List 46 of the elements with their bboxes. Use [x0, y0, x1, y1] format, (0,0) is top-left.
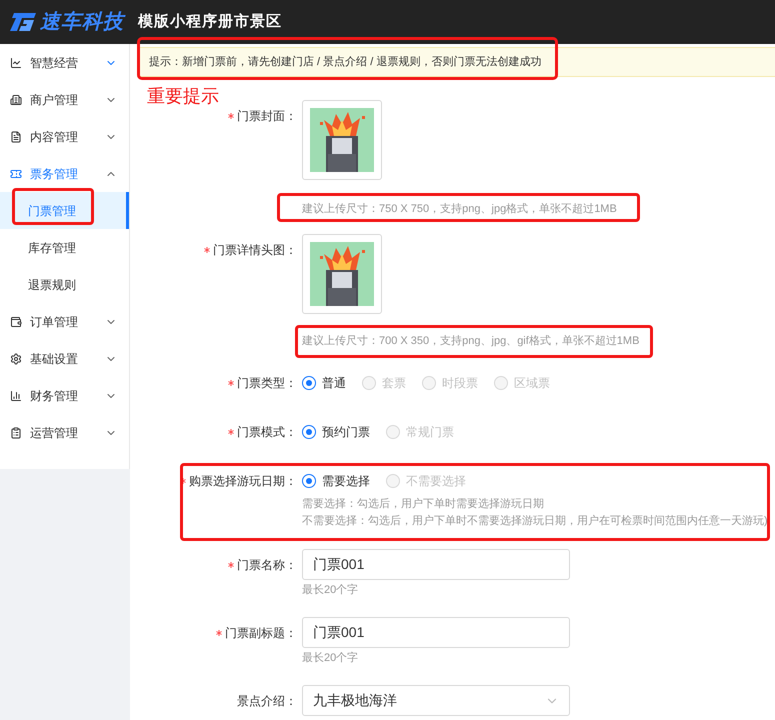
sidebar-item[interactable]: 商户管理 — [0, 81, 129, 118]
submenu-item[interactable]: 退票规则 — [0, 266, 129, 303]
hint-text: 需要选择：勾选后，用户下单时需要选择游玩日期 — [302, 496, 545, 512]
image-upload[interactable] — [302, 100, 382, 180]
hint-text: 最长20个字 — [302, 582, 360, 598]
field-label: 购票选择游玩日期： — [189, 473, 297, 490]
settings-icon — [10, 352, 22, 364]
document-icon — [10, 130, 22, 142]
sidebar-item[interactable]: 内容管理 — [0, 118, 129, 155]
select-field[interactable]: 九丰极地海洋 — [302, 685, 570, 716]
radio-option[interactable]: 需要选择 — [302, 472, 370, 490]
submenu-item[interactable]: 门票管理 — [0, 192, 129, 229]
clipboard-icon — [10, 426, 22, 438]
app-title: 模版小程序册市景区 — [138, 12, 282, 32]
text-input[interactable]: 门票001 — [302, 549, 570, 580]
field-label: 门票名称： — [237, 556, 297, 574]
radio-option[interactable]: 普通 — [302, 374, 346, 392]
text-input[interactable]: 门票001 — [302, 617, 570, 648]
sidebar-item[interactable]: 智慧经营 — [0, 44, 129, 81]
sidebar-item[interactable]: 运营管理 — [0, 414, 129, 451]
hint-text: 最长20个字 — [302, 650, 360, 666]
sidebar-item[interactable]: 财务管理 — [0, 377, 129, 414]
submenu-item[interactable]: 库存管理 — [0, 229, 129, 266]
wallet-icon — [10, 316, 22, 328]
field-label: 景点介绍： — [237, 692, 297, 710]
field-label: 门票详情头图： — [213, 242, 297, 259]
image-upload[interactable] — [302, 234, 382, 314]
field-label: 门票模式： — [237, 424, 297, 441]
field-label: 门票副标题： — [225, 624, 297, 642]
sidebar-item[interactable]: 基础设置 — [0, 340, 129, 377]
sidebar-item[interactable]: 票务管理 — [0, 155, 129, 192]
line-chart-icon — [10, 56, 22, 68]
bar-chart-icon — [10, 390, 22, 402]
field-label: 门票类型： — [237, 375, 297, 392]
annotation-note: 重要提示 — [147, 86, 219, 106]
building-icon — [10, 94, 22, 106]
hint-text: 建议上传尺寸：700 X 350，支持png、jpg、gif格式，单张不超过1MB — [302, 334, 640, 349]
radio-option[interactable]: 预约门票 — [302, 423, 370, 441]
hint-text: 不需要选择：勾选后，用户下单时不需要选择游玩日期，用户在可检票时间范围内任意一天游玩) — [302, 514, 769, 529]
sidebar-item[interactable]: 订单管理 — [0, 303, 129, 340]
hint-text: 建议上传尺寸：750 X 750，支持png、jpg格式，单张不超过1MB — [302, 202, 617, 217]
logo-text: 速车科技 — [40, 10, 124, 35]
logo-icon — [8, 11, 38, 33]
ticket-icon — [10, 168, 22, 180]
field-label: 门票封面： — [237, 108, 297, 125]
notice-banner: 提示：新增门票前，请先创建门店 / 景点介绍 / 退票规则，否则门票无法创建成功 — [137, 47, 775, 77]
